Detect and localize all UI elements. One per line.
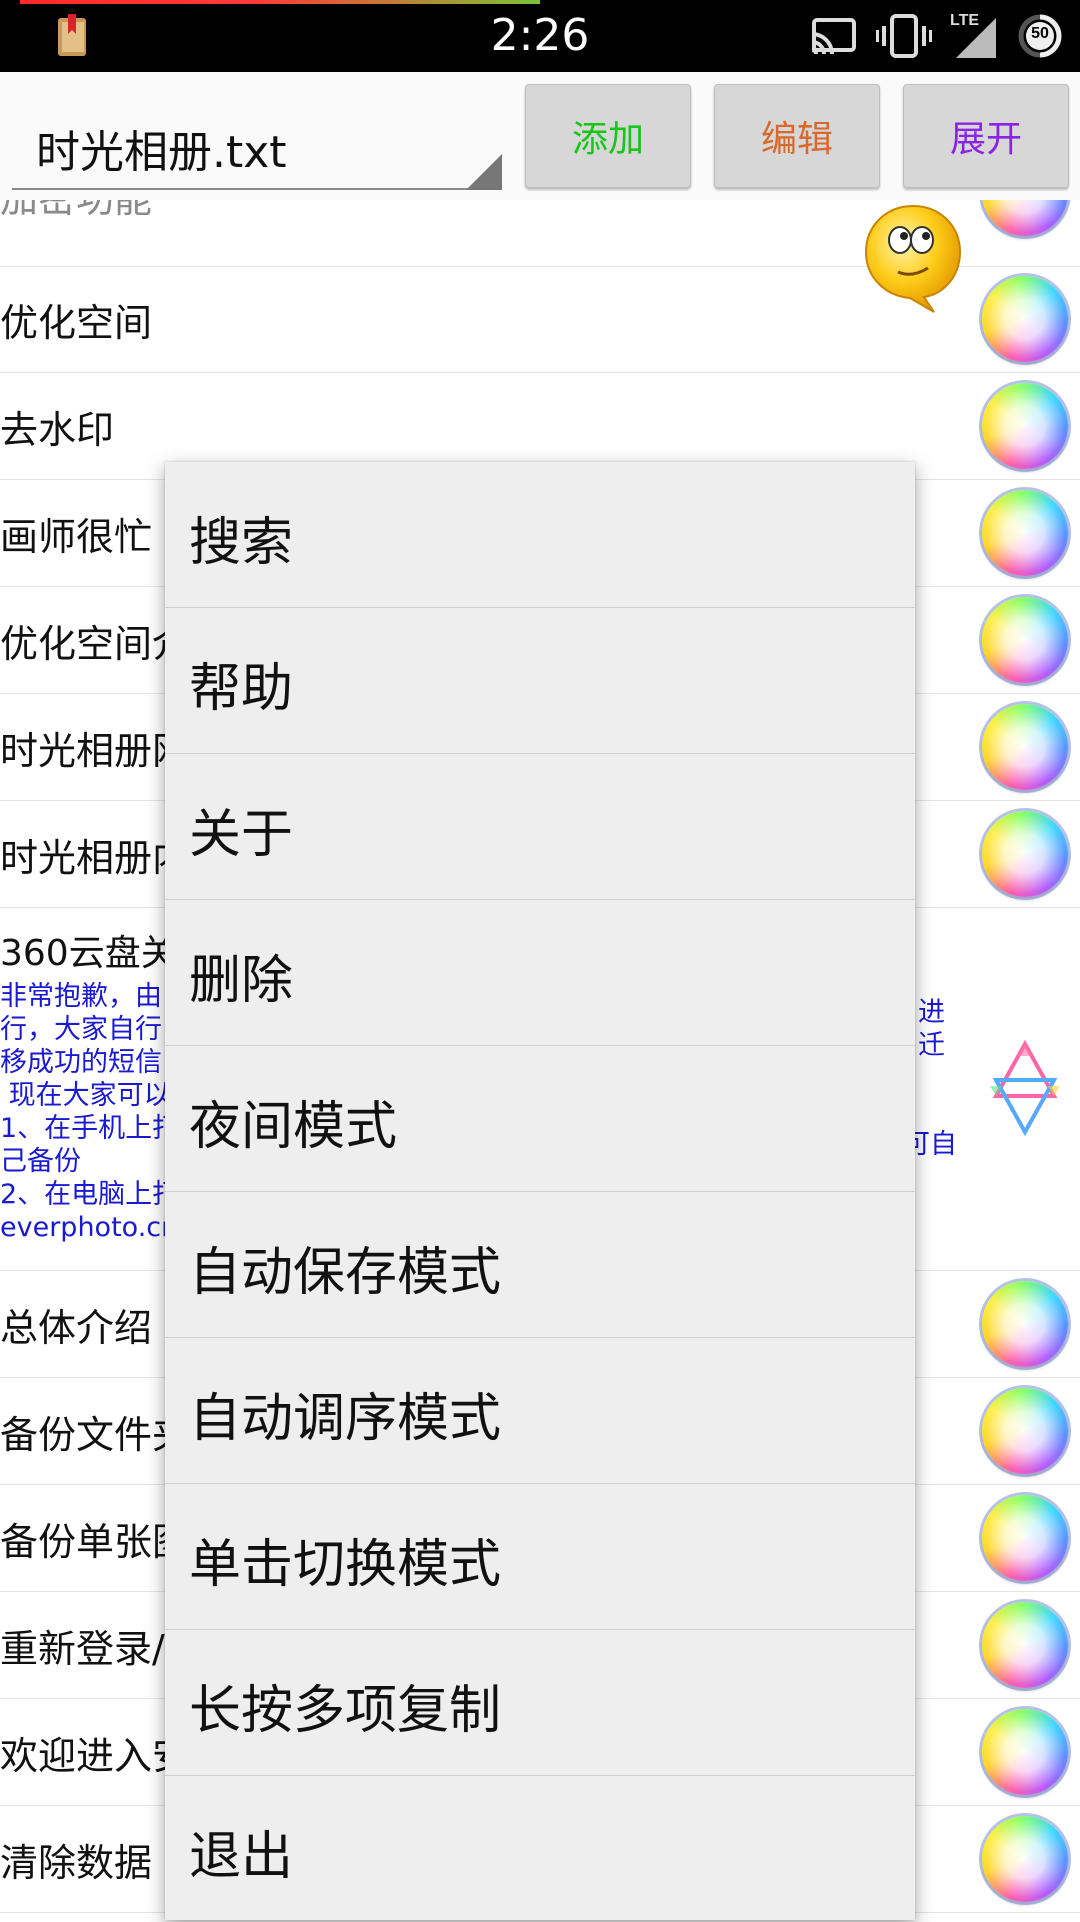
- hexagram-icon[interactable]: [984, 1038, 1066, 1138]
- edit-button[interactable]: 编辑: [714, 84, 880, 188]
- menu-item-delete[interactable]: 删除: [165, 900, 915, 1046]
- menu-item-label: 帮助: [189, 659, 294, 719]
- list-item-label: 清除数据: [0, 1841, 153, 1885]
- vibrate-icon: [876, 14, 932, 58]
- color-orb-icon[interactable]: [982, 1816, 1068, 1902]
- signal-icon: LTE: [950, 12, 1000, 60]
- battery-level: 50: [1031, 25, 1049, 42]
- file-select[interactable]: 时光相册.txt: [12, 102, 502, 202]
- color-orb-icon[interactable]: [982, 276, 1068, 362]
- list-item-label: 总体介绍: [0, 1306, 153, 1350]
- color-orb-icon[interactable]: [982, 490, 1068, 576]
- menu-item-label: 长按多项复制: [189, 1681, 502, 1741]
- color-orb-icon[interactable]: [982, 1388, 1068, 1474]
- menu-item-label: 自动调序模式: [189, 1389, 502, 1449]
- note-fragment: 迁: [918, 1030, 945, 1061]
- note-title: 360云盘关: [0, 933, 177, 974]
- color-orb-icon[interactable]: [982, 811, 1068, 897]
- menu-item-label: 关于: [189, 805, 294, 865]
- dropdown-arrow-icon: [466, 154, 502, 190]
- options-menu: 搜索 帮助 关于 删除 夜间模式 自动保存模式 自动调序模式 单击切换模式 长按…: [165, 462, 915, 1920]
- menu-item-search[interactable]: 搜索: [165, 462, 915, 608]
- menu-item-about[interactable]: 关于: [165, 754, 915, 900]
- menu-item-long-press-copy[interactable]: 长按多项复制: [165, 1630, 915, 1776]
- expand-button[interactable]: 展开: [903, 84, 1069, 188]
- menu-item-label: 删除: [189, 951, 294, 1011]
- file-select-value: 时光相册.txt: [36, 127, 287, 178]
- list-item-label: 备份文件夹: [0, 1413, 191, 1457]
- menu-item-tap-switch-mode[interactable]: 单击切换模式: [165, 1484, 915, 1630]
- color-orb-icon[interactable]: [982, 1709, 1068, 1795]
- list-item-label: 画师很忙: [0, 515, 153, 559]
- list-item-label: 加密功能: [0, 200, 152, 223]
- thinking-emoji-icon[interactable]: [860, 200, 966, 316]
- file-select-underline: [12, 188, 502, 190]
- menu-item-label: 搜索: [189, 513, 294, 573]
- list-item-label: 时光相册内: [0, 836, 191, 880]
- battery-icon: 50: [1018, 14, 1062, 58]
- list-item-label: 欢迎进入安: [0, 1734, 191, 1778]
- list-item-label: 备份单张图: [0, 1520, 191, 1564]
- status-bar: 2:26 LTE 50: [0, 0, 1080, 72]
- menu-item-label: 夜间模式: [189, 1097, 398, 1157]
- color-orb-icon[interactable]: [982, 1602, 1068, 1688]
- color-orb-icon[interactable]: [982, 200, 1068, 236]
- color-orb-icon[interactable]: [982, 1281, 1068, 1367]
- list-item-label: 优化空间介: [0, 622, 191, 666]
- add-button[interactable]: 添加: [525, 84, 691, 188]
- list-item-label: 去水印: [0, 408, 115, 452]
- cast-icon: [811, 18, 856, 55]
- menu-item-auto-save-mode[interactable]: 自动保存模式: [165, 1192, 915, 1338]
- download-progress-line: [20, 0, 540, 4]
- color-orb-icon[interactable]: [982, 383, 1068, 469]
- status-icons: LTE 50: [808, 12, 1062, 60]
- menu-item-label: 单击切换模式: [189, 1535, 502, 1595]
- menu-item-help[interactable]: 帮助: [165, 608, 915, 754]
- color-orb-icon[interactable]: [982, 704, 1068, 790]
- menu-item-label: 自动保存模式: [189, 1243, 502, 1303]
- color-orb-icon[interactable]: [982, 1495, 1068, 1581]
- list-item-label: 时光相册网: [0, 729, 191, 773]
- menu-item-label: 退出: [189, 1827, 294, 1887]
- color-orb-icon[interactable]: [982, 597, 1068, 683]
- list-item-label: 优化空间: [0, 301, 153, 345]
- menu-item-auto-sort-mode[interactable]: 自动调序模式: [165, 1338, 915, 1484]
- menu-item-night-mode[interactable]: 夜间模式: [165, 1046, 915, 1192]
- top-toolbar: 时光相册.txt 添加 编辑 展开: [0, 72, 1080, 200]
- menu-item-exit[interactable]: 退出: [165, 1776, 915, 1922]
- list-item-label: 重新登录/: [0, 1627, 165, 1671]
